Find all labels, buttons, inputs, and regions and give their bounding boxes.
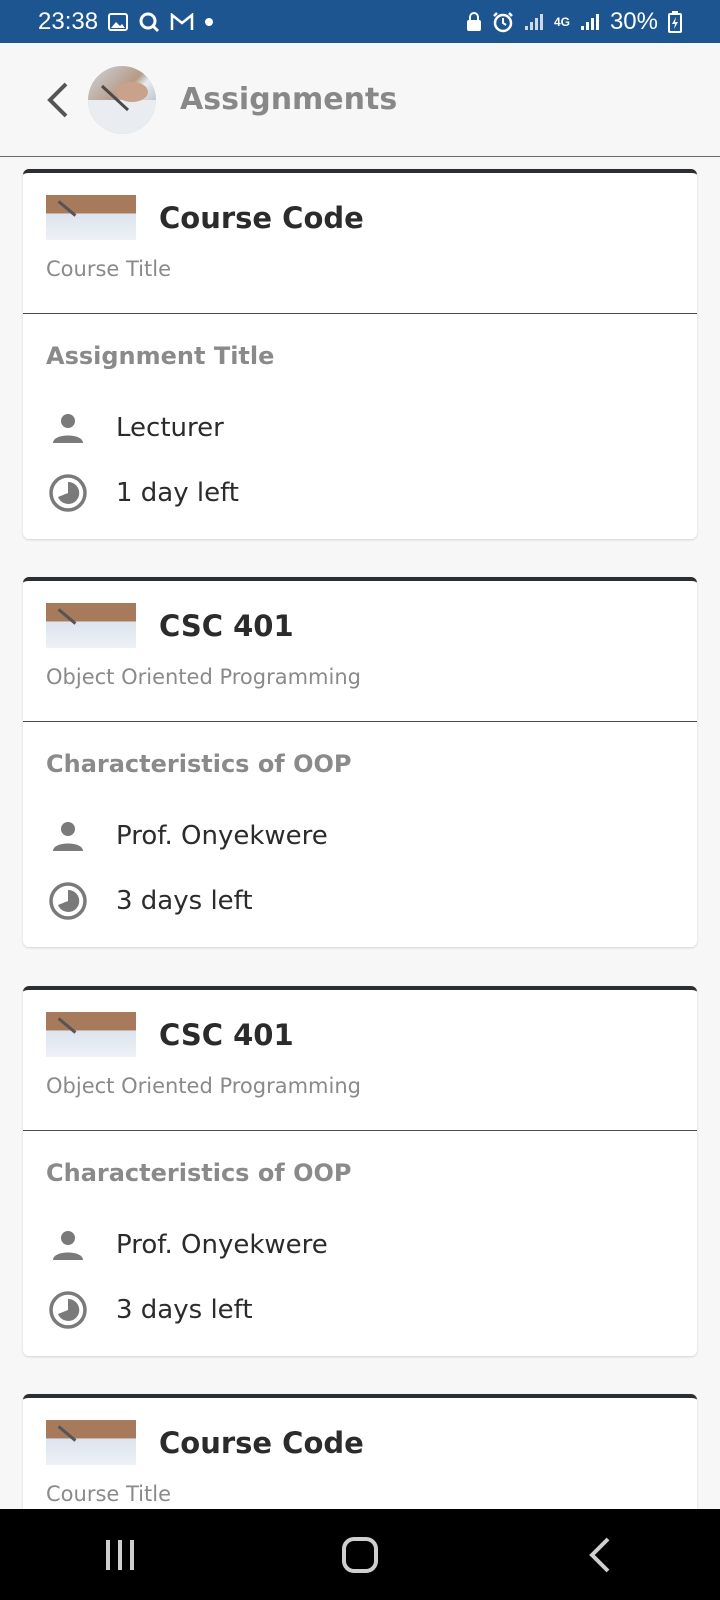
course-thumbnail: [46, 1420, 136, 1465]
card-body: Characteristics of OOP Prof. Onyekwere 3…: [23, 722, 697, 947]
assignment-card[interactable]: Course Code Course Title: [23, 1394, 697, 1509]
status-time: 23:38: [38, 7, 99, 35]
status-right: 4G 30%: [466, 8, 682, 36]
course-title: Object Oriented Programming: [46, 1074, 361, 1098]
recent-apps-icon: [106, 1539, 134, 1570]
lecturer-name: Prof. Onyekwere: [116, 821, 328, 851]
battery-percent: 30%: [609, 7, 658, 35]
assignment-card[interactable]: CSC 401 Object Oriented Programming Char…: [23, 986, 697, 1356]
chevron-left-icon: [47, 82, 68, 117]
lecturer-row: Lecturer: [46, 406, 224, 450]
assignment-card[interactable]: Course Code Course Title Assignment Titl…: [23, 169, 697, 539]
card-header: CSC 401 Object Oriented Programming: [23, 990, 697, 1131]
status-bar: 23:38 4G 30%: [0, 0, 720, 43]
alarm-icon: [492, 11, 514, 33]
signal-icon: [524, 13, 544, 31]
lecturer-row: Prof. Onyekwere: [46, 814, 328, 858]
home-button[interactable]: [320, 1525, 400, 1585]
time-left: 3 days left: [116, 886, 253, 916]
course-code: Course Code: [159, 201, 364, 235]
time-left: 1 day left: [116, 478, 240, 508]
home-icon: [342, 1536, 378, 1573]
clock-icon: [46, 1288, 90, 1332]
course-code: CSC 401: [159, 1018, 294, 1052]
deadline-row: 3 days left: [46, 1288, 253, 1332]
course-thumbnail: [46, 603, 136, 648]
lecturer-name: Lecturer: [116, 413, 224, 443]
recent-apps-button[interactable]: [80, 1525, 160, 1585]
dot-icon: [204, 17, 214, 27]
time-left: 3 days left: [116, 1295, 253, 1325]
app-bar: Assignments: [0, 43, 720, 157]
back-icon: [589, 1537, 610, 1572]
lock-icon: [466, 11, 482, 32]
card-body: Assignment Title Lecturer 1 day left: [23, 314, 697, 539]
signal-icon-2: [580, 13, 600, 31]
back-nav-button[interactable]: [560, 1525, 640, 1585]
card-header: CSC 401 Object Oriented Programming: [23, 581, 697, 722]
gallery-icon: [108, 12, 129, 31]
course-thumbnail: [46, 1012, 136, 1057]
status-left: 23:38: [38, 8, 214, 36]
system-nav-bar: [0, 1509, 720, 1600]
assignment-card[interactable]: CSC 401 Object Oriented Programming Char…: [23, 577, 697, 947]
lecturer-name: Prof. Onyekwere: [116, 1230, 328, 1260]
clock-icon: [46, 879, 90, 923]
gmail-icon: [170, 12, 194, 31]
avatar: [88, 65, 156, 134]
card-header: Course Code Course Title: [23, 173, 697, 314]
course-title: Course Title: [46, 257, 171, 281]
course-thumbnail: [46, 195, 136, 240]
assignment-list[interactable]: Course Code Course Title Assignment Titl…: [0, 157, 720, 1509]
lecturer-row: Prof. Onyekwere: [46, 1223, 328, 1267]
assignment-title: Assignment Title: [46, 342, 275, 370]
network-type: 4G: [553, 14, 570, 29]
deadline-row: 1 day left: [46, 471, 239, 515]
course-title: Course Title: [46, 1482, 171, 1506]
back-button[interactable]: [38, 70, 78, 130]
person-icon: [46, 406, 90, 450]
card-header: Course Code Course Title: [23, 1398, 697, 1509]
assignment-title: Characteristics of OOP: [46, 750, 352, 778]
course-code: CSC 401: [159, 609, 294, 643]
assignment-title: Characteristics of OOP: [46, 1159, 352, 1187]
person-icon: [46, 814, 90, 858]
battery-icon: [668, 10, 682, 33]
card-body: Characteristics of OOP Prof. Onyekwere 3…: [23, 1131, 697, 1356]
deadline-row: 3 days left: [46, 879, 253, 923]
person-icon: [46, 1223, 90, 1267]
course-code: Course Code: [159, 1426, 364, 1460]
search-app-icon: [138, 11, 160, 33]
page-title: Assignments: [180, 82, 398, 117]
course-title: Object Oriented Programming: [46, 665, 361, 689]
clock-icon: [46, 471, 90, 515]
